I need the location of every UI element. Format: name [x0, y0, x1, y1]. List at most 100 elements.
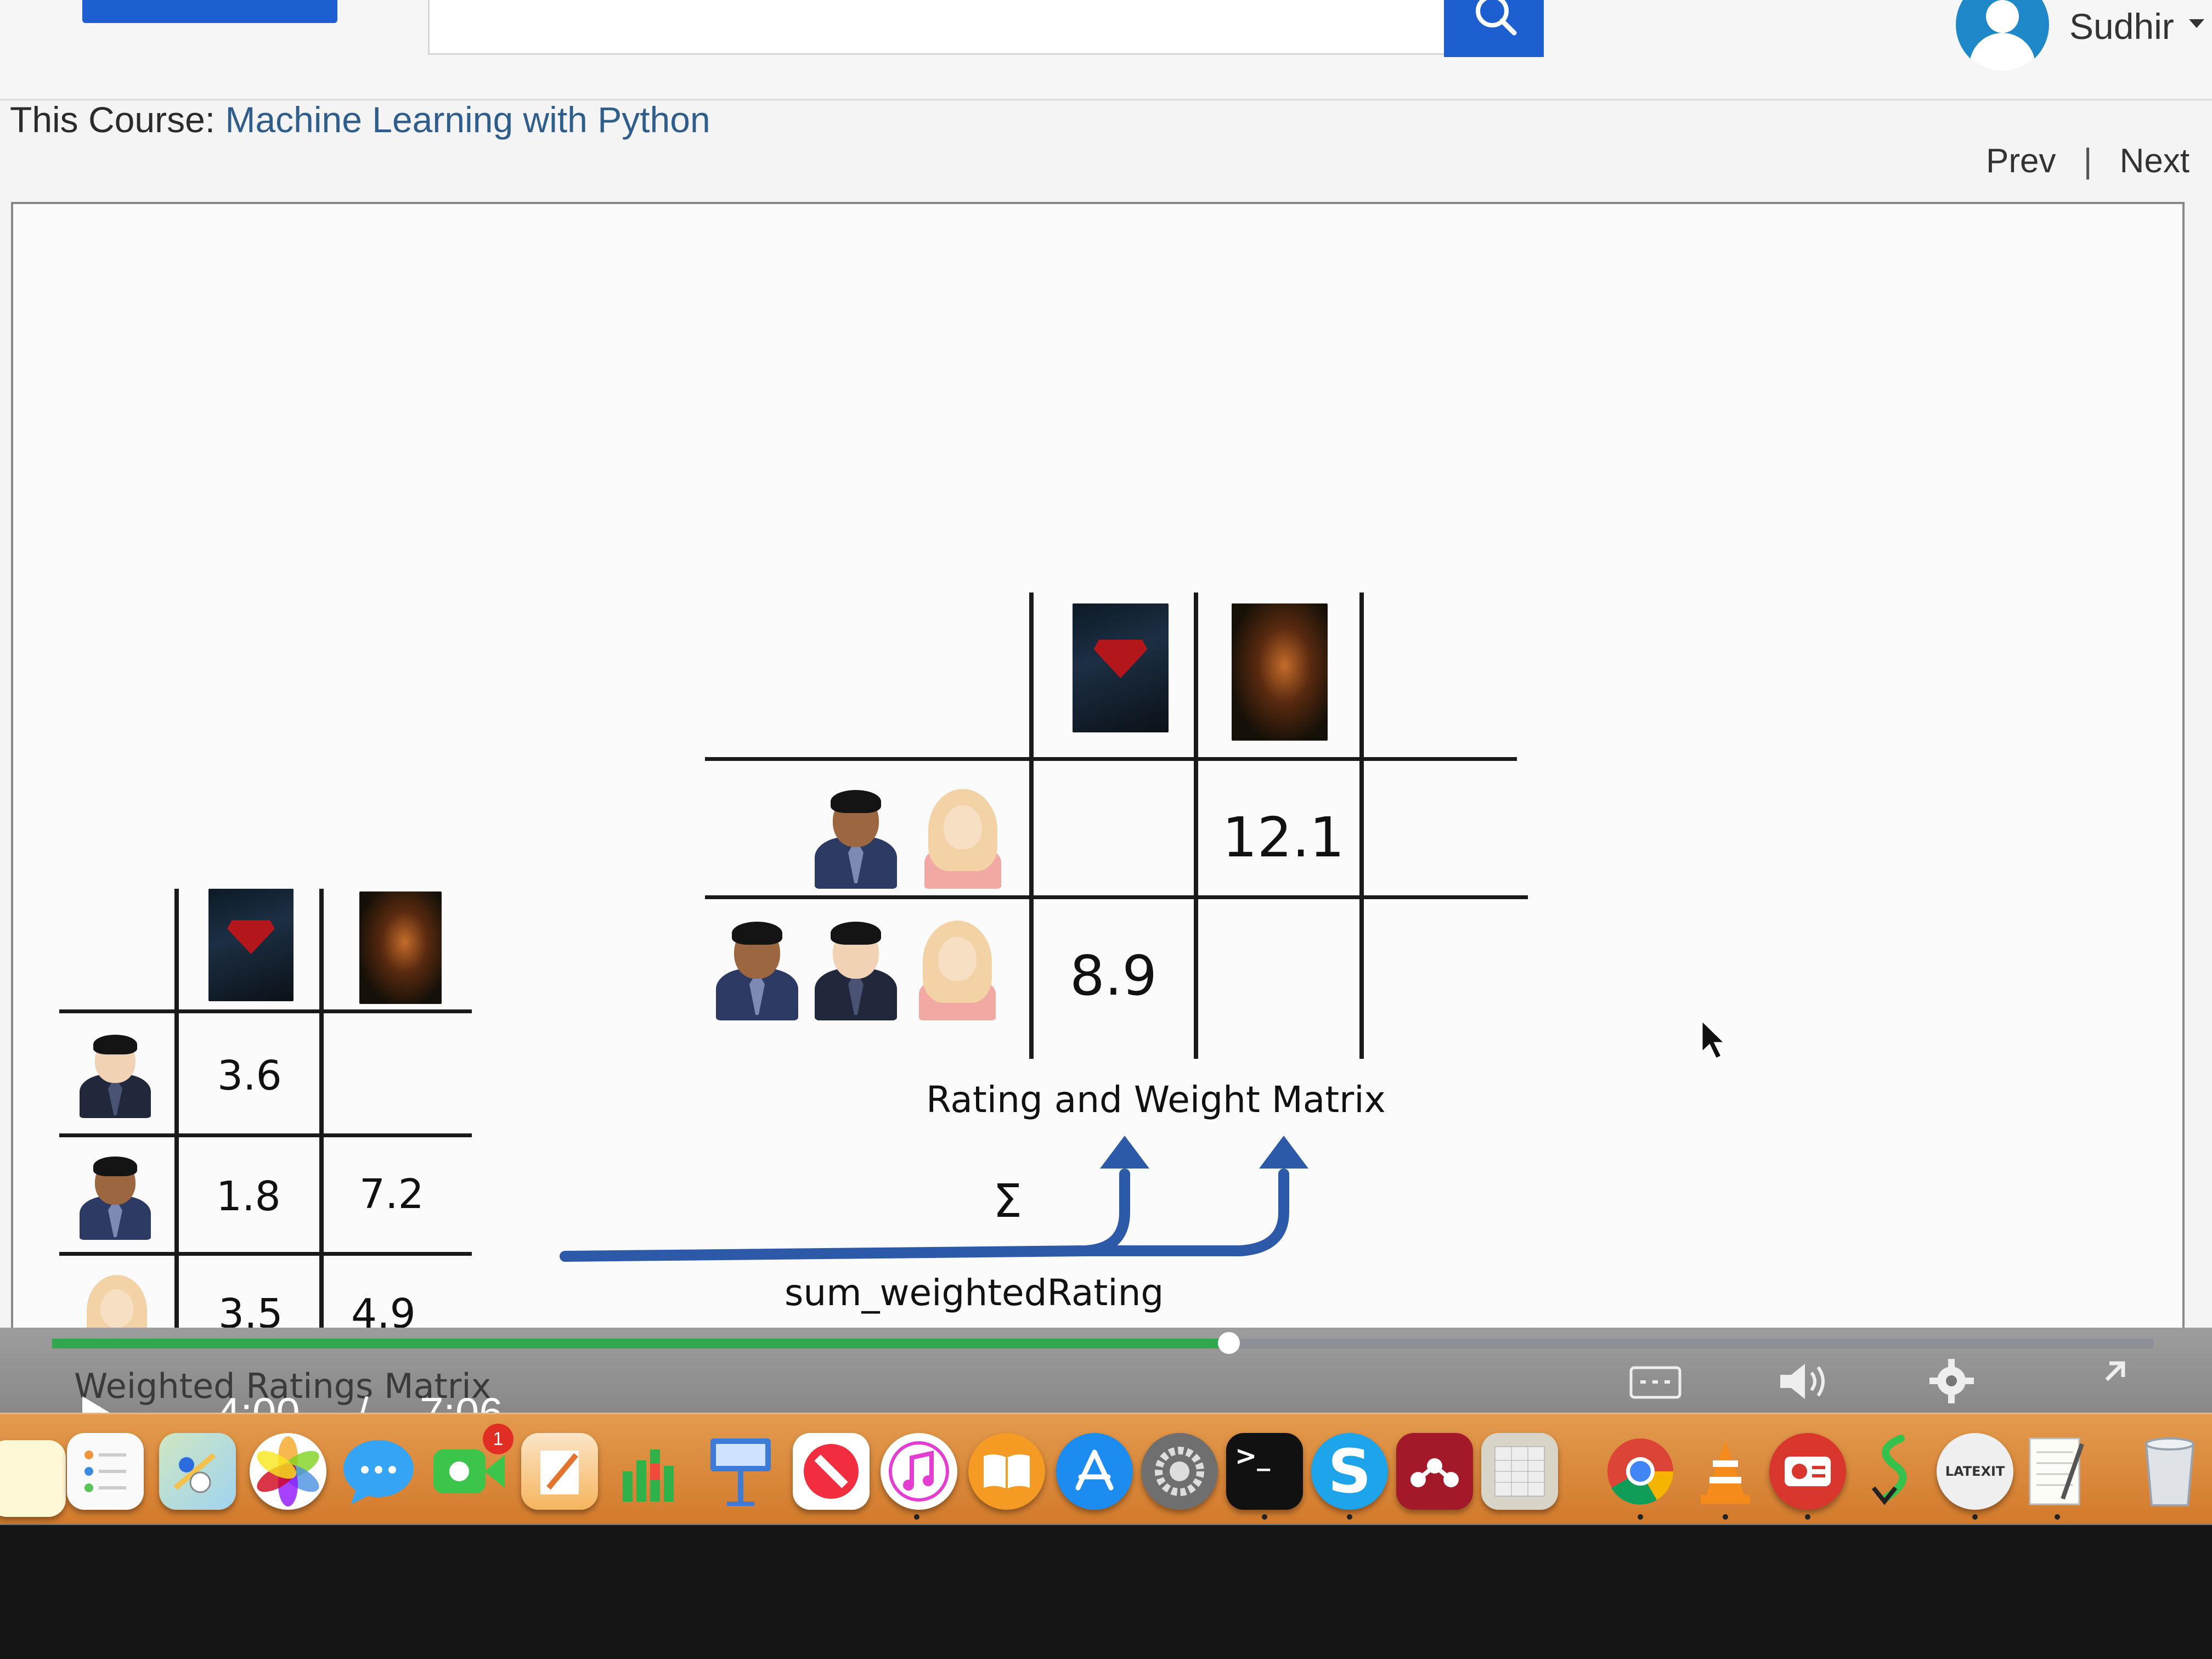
grid-line [1359, 592, 1364, 1059]
news-glyph [804, 1444, 859, 1499]
monitor-bezel [0, 1525, 2212, 1659]
running-indicator [914, 1514, 919, 1520]
grid-line [59, 1252, 472, 1256]
grid-line [1029, 592, 1034, 1059]
running-indicator [2055, 1514, 2060, 1520]
mouse-icon[interactable] [1854, 1433, 1931, 1510]
search-input[interactable] [428, 0, 1448, 55]
gear-icon[interactable] [1928, 1358, 1975, 1404]
system-preferences-icon[interactable] [1141, 1433, 1218, 1510]
messages-glyph [343, 1440, 414, 1504]
ibooks-glyph [984, 1454, 1030, 1489]
batman-v-superman-poster [1073, 603, 1169, 732]
next-link[interactable]: Next [2120, 142, 2190, 180]
user-name[interactable]: Sudhir [2069, 5, 2174, 47]
app-store-glyph [1075, 1449, 1114, 1491]
app-store-icon[interactable] [1056, 1433, 1133, 1510]
course-breadcrumb: This Course: Machine Learning with Pytho… [10, 99, 710, 140]
user-dark-icon [77, 1152, 154, 1240]
skype-icon[interactable]: S [1311, 1433, 1388, 1510]
textedit-glyph [2029, 1437, 2084, 1505]
gear-glyph [1155, 1447, 1204, 1496]
progress-handle[interactable] [1218, 1332, 1240, 1354]
running-indicator [1723, 1514, 1728, 1520]
avatar[interactable] [1956, 0, 2049, 71]
running-indicator [1638, 1514, 1643, 1520]
matrix-cell-value: 8.9 [1070, 944, 1158, 1008]
chevron-down-icon[interactable] [2189, 19, 2204, 28]
calendar-icon[interactable] [1481, 1433, 1558, 1510]
numbers-icon[interactable] [612, 1433, 689, 1510]
site-header: Sudhir [0, 0, 2212, 100]
vlc-icon[interactable] [1687, 1433, 1764, 1510]
pages-glyph [540, 1451, 579, 1494]
matrix-cell-value: 3.6 [217, 1052, 282, 1099]
lesson-nav: Prev | Next [1986, 142, 2190, 180]
search-button[interactable] [1444, 0, 1544, 57]
batman-v-superman-poster [208, 889, 294, 1001]
sigma-symbol: Σ [993, 1174, 1023, 1228]
browser-window: Sudhir This Course: Machine Learning wit… [0, 0, 2212, 1525]
chrome-icon[interactable] [1602, 1433, 1679, 1510]
batman-begins-poster [1232, 603, 1328, 741]
maps-glyph [173, 1453, 216, 1493]
progress-fill [52, 1339, 1229, 1348]
notification-badge: 1 [483, 1424, 514, 1454]
running-indicator [1805, 1514, 1810, 1520]
notes-icon[interactable] [0, 1440, 66, 1517]
running-indicator [1347, 1514, 1352, 1520]
user-blonde-icon [922, 785, 1004, 889]
photos-icon[interactable] [250, 1433, 326, 1510]
grid-line [59, 1009, 472, 1013]
trash-icon[interactable] [2131, 1433, 2208, 1510]
itunes-glyph [889, 1441, 949, 1502]
news-icon[interactable] [793, 1433, 870, 1510]
ibooks-icon[interactable] [968, 1433, 1045, 1510]
prev-link[interactable]: Prev [1986, 142, 2056, 180]
matrix-cell-value: 12.1 [1222, 805, 1345, 870]
radio-icon[interactable] [1769, 1433, 1846, 1510]
numbers-glyph [623, 1449, 674, 1502]
reminders-icon[interactable] [67, 1433, 144, 1510]
nav-separator: | [2083, 142, 2092, 180]
user-dark-icon [812, 785, 900, 889]
latexit-icon[interactable]: LATEXIT [1937, 1433, 2013, 1510]
mendeley-glyph [1410, 1458, 1459, 1487]
avatar-head [1986, 0, 2019, 33]
vlc-glyph [1701, 1440, 1750, 1504]
grid-line [1194, 592, 1198, 1059]
sum-label: sum_weightedRating [785, 1272, 1164, 1314]
running-indicator [1972, 1514, 1978, 1520]
brand-button[interactable] [82, 0, 337, 23]
calendar-glyph [1494, 1446, 1545, 1497]
itunes-icon[interactable] [881, 1433, 957, 1510]
mouse-glyph [1871, 1435, 1907, 1505]
matrix-cell-value: 7.2 [359, 1171, 424, 1218]
maps-icon[interactable] [159, 1433, 236, 1510]
running-indicator [1262, 1514, 1267, 1520]
user-light-icon [812, 916, 900, 1020]
grid-line [705, 895, 1528, 899]
messages-icon[interactable] [340, 1433, 417, 1510]
user-dark-icon [713, 916, 801, 1020]
matrix-cell-value: 1.8 [216, 1173, 281, 1220]
matrix-title: Rating and Weight Matrix [926, 1079, 1386, 1121]
captions-icon[interactable] [1629, 1366, 1681, 1399]
fullscreen-icon[interactable] [2085, 1358, 2129, 1402]
volume-icon[interactable] [1778, 1359, 1832, 1403]
photos-glyph [257, 1436, 319, 1506]
terminal-icon[interactable]: >_ [1226, 1433, 1303, 1510]
avatar-shoulders [1970, 33, 2035, 71]
grid-line [59, 1133, 472, 1137]
course-link[interactable]: Machine Learning with Python [225, 99, 710, 140]
keynote-icon[interactable] [702, 1433, 779, 1510]
mendeley-icon[interactable] [1396, 1433, 1473, 1510]
search-icon [1476, 0, 1517, 36]
pages-icon[interactable] [521, 1433, 598, 1510]
radio-glyph [1785, 1457, 1831, 1486]
reminders-glyph [84, 1451, 126, 1492]
keynote-glyph [710, 1438, 771, 1506]
cursor-icon [1701, 1019, 1727, 1060]
grid-line [705, 757, 1517, 761]
textedit-icon[interactable] [2019, 1433, 2096, 1510]
